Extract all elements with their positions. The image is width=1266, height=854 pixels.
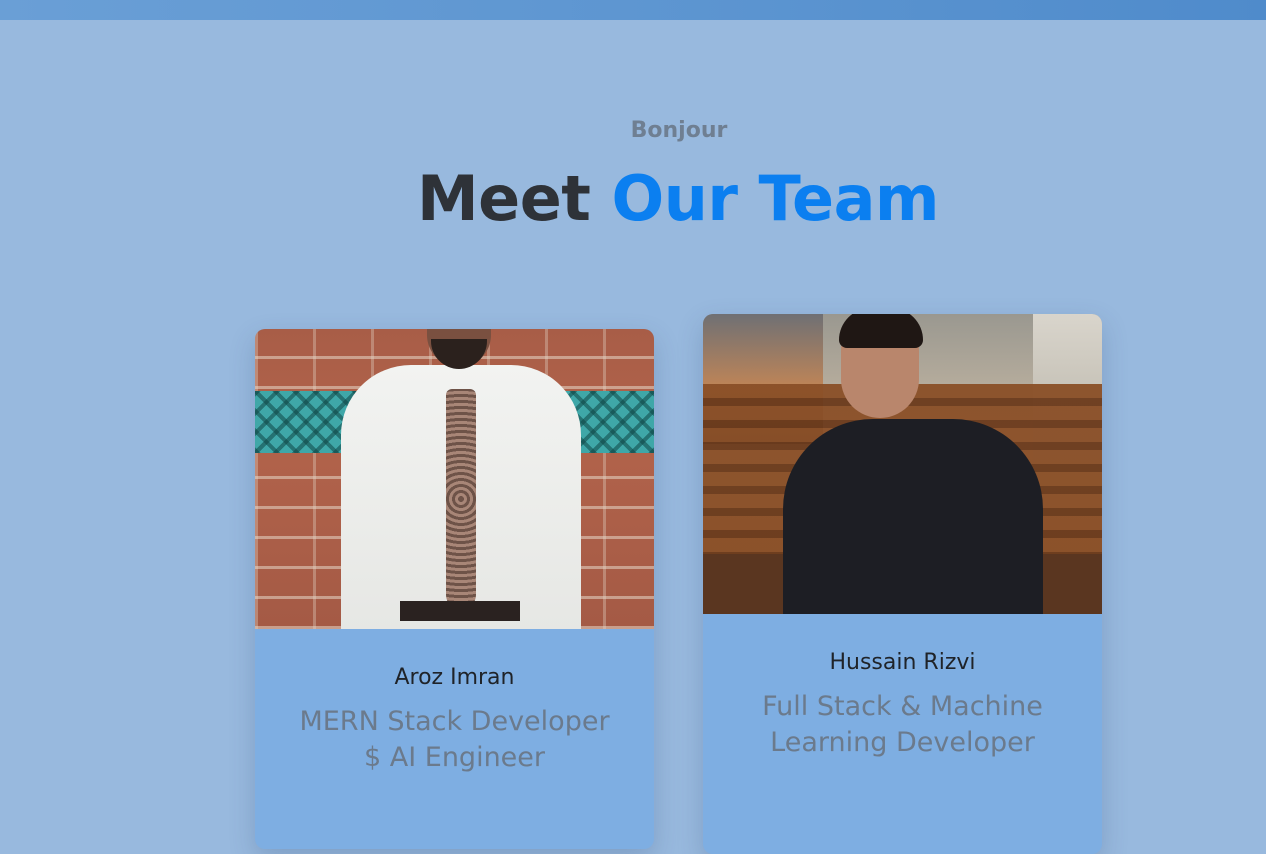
top-bar: [0, 0, 1266, 20]
title-prefix: Meet: [416, 162, 591, 235]
team-member-photo: [255, 329, 654, 629]
card-body: Aroz Imran MERN Stack Developer $ AI Eng…: [255, 665, 654, 776]
title-accent: Our Team: [611, 162, 940, 235]
team-member-name: Aroz Imran: [394, 665, 515, 690]
team-member-role: MERN Stack Developer $ AI Engineer: [299, 706, 610, 773]
card-body: Hussain Rizvi Full Stack & Machine Learn…: [703, 650, 1102, 761]
team-member-photo: [703, 314, 1102, 614]
team-member-name: Hussain Rizvi: [829, 650, 976, 675]
section-title: Meet Our Team: [0, 162, 1266, 235]
team-card-hussain-rizvi[interactable]: Hussain Rizvi Full Stack & Machine Learn…: [703, 314, 1102, 854]
team-card-aroz-imran[interactable]: Aroz Imran MERN Stack Developer $ AI Eng…: [255, 329, 654, 849]
section-subtitle: Bonjour: [630, 118, 728, 143]
team-member-role: Full Stack & Machine Learning Developer: [762, 691, 1043, 758]
